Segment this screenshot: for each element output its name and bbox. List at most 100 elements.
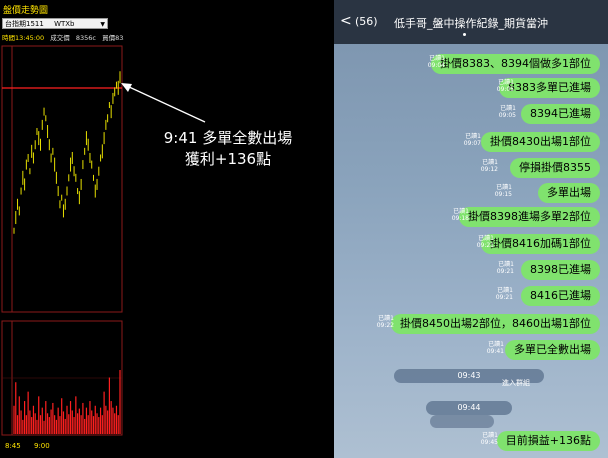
volume-chart (1, 320, 123, 436)
read-receipt: 已讀1 (478, 235, 494, 242)
chat-message[interactable]: 8398已進場 (521, 260, 600, 280)
chat-message[interactable]: 多單已全數出場 (505, 340, 600, 360)
message-text: 多單已全數出場 (514, 343, 591, 356)
message-time: 09:21 (496, 268, 514, 275)
volume-bar (101, 415, 103, 434)
message-meta: 已讀1 09:07 (451, 133, 481, 147)
chat-message[interactable]: 8383多單已進場 (499, 78, 600, 98)
read-receipt: 已讀1 (429, 55, 445, 62)
system-time: 09:44 (457, 403, 481, 412)
chat-message[interactable]: 停損掛價8355 (510, 158, 600, 178)
message-text: 掛價8430出場1部位 (490, 135, 591, 148)
message-text: 掛價8450出場2部位，8460出場1部位 (400, 317, 591, 330)
volume-bar (43, 420, 45, 434)
volume-bar (36, 419, 38, 434)
volume-bar (18, 396, 20, 434)
message-meta: 已讀1 09:21 (464, 235, 494, 249)
volume-bar (92, 416, 95, 434)
page-indicator-dot (463, 33, 466, 36)
quote-price: 8356c (75, 34, 96, 42)
read-receipt: 已讀1 (496, 184, 512, 191)
volume-bar (110, 401, 112, 434)
symbol-label: 台指期1511 (5, 20, 44, 28)
volume-bar (91, 410, 93, 434)
read-receipt: 已讀1 (453, 208, 469, 215)
time-tick: 9:00 (34, 442, 50, 450)
message-meta: 已讀1 09:45 (468, 432, 498, 446)
annotation-line-1: 9:41 多單全數出場 (163, 129, 293, 147)
quote-volume: 成交價 (50, 34, 70, 42)
message-text: 掛價8416加碼1部位 (490, 237, 591, 250)
volume-bar (52, 402, 54, 434)
message-meta: 已讀1 09:12 (468, 159, 498, 173)
read-receipt: 已讀1 (498, 79, 514, 86)
message-meta: 已讀1 09:21 (483, 287, 513, 301)
volume-bar (69, 401, 72, 434)
back-arrow-icon[interactable]: < (340, 13, 352, 29)
quote-time: 時間13:45:00 (2, 34, 45, 42)
message-text: 多單出場 (547, 186, 591, 199)
chevron-down-icon: ▼ (100, 21, 105, 28)
message-time: 09:18 (451, 215, 469, 222)
volume-bar (59, 416, 61, 434)
message-text: 目前損益+136點 (505, 434, 591, 447)
volume-bar (73, 417, 75, 434)
volume-bar (41, 407, 43, 434)
chat-message[interactable]: 8416已進場 (521, 286, 600, 306)
message-text: 掛價8383、8394個做多1部位 (440, 57, 591, 70)
message-time: 09:05 (498, 112, 516, 119)
system-notice-pill (430, 415, 494, 428)
chat-header: < (56) 低手哥_盤中操作紀錄_期貨當沖 (334, 0, 608, 44)
chat-message[interactable]: 掛價8383、8394個做多1部位 (431, 54, 600, 74)
system-time-pill: 09:44 (426, 401, 512, 415)
volume-series (13, 370, 121, 434)
volume-bar (16, 415, 19, 434)
volume-bar (89, 401, 91, 434)
volume-bar (119, 370, 121, 434)
volume-bar (78, 408, 80, 434)
read-receipt: 已讀1 (482, 159, 498, 166)
message-time: 09:15 (494, 191, 512, 198)
message-time: 09:12 (480, 166, 498, 173)
volume-bar (107, 410, 109, 434)
volume-bar (39, 415, 42, 434)
chat-message[interactable]: 掛價8430出場1部位 (481, 132, 600, 152)
volume-bar (71, 410, 73, 434)
chat-message[interactable]: 8394已進場 (521, 104, 600, 124)
message-time: 09:45 (480, 439, 498, 446)
message-text: 8394已進場 (530, 107, 591, 120)
message-meta: 已讀1 09:21 (484, 261, 514, 275)
chat-message-final[interactable]: 目前損益+136點 (496, 431, 600, 451)
message-text: 8416已進場 (530, 289, 591, 302)
chat-message[interactable]: 掛價8450出場2部位，8460出場1部位 (391, 314, 600, 334)
message-time: 09:04 (427, 62, 445, 69)
read-receipt: 已讀1 (500, 105, 516, 112)
chat-window: < (56) 低手哥_盤中操作紀錄_期貨當沖 掛價8383、8394個做多1部位… (334, 0, 608, 458)
volume-bar (68, 414, 70, 434)
volume-bar (80, 415, 82, 434)
volume-bar (29, 410, 31, 434)
volume-bar (82, 402, 84, 434)
volume-bar (57, 407, 59, 434)
chat-message[interactable]: 掛價8416加碼1部位 (481, 234, 600, 254)
volume-bar (62, 411, 65, 434)
price-trend-panel: 盤價走勢圖 台指期1511 WTXb ▼ 時間13:45:00 成交價 8356… (0, 0, 124, 458)
message-meta: 已讀1 09:18 (439, 208, 469, 222)
volume-bar (46, 413, 49, 434)
volume-bar (50, 409, 52, 434)
message-time: 09:41 (486, 348, 504, 355)
volume-bar (96, 413, 98, 434)
message-text: 掛價8398進場多單2部位 (468, 210, 591, 223)
volume-bar (25, 415, 27, 434)
read-receipt: 已讀1 (497, 287, 513, 294)
volume-bar (108, 377, 110, 434)
message-time: 09:21 (476, 242, 494, 249)
volume-bar (87, 415, 89, 434)
volume-bar (105, 405, 107, 434)
volume-bar (15, 382, 17, 434)
chat-message[interactable]: 多單出場 (538, 183, 600, 203)
message-time: 09:21 (495, 294, 513, 301)
chat-title: 低手哥_盤中操作紀錄_期貨當沖 (394, 17, 548, 30)
chat-message[interactable]: 掛價8398進場多單2部位 (459, 207, 600, 227)
symbol-dropdown[interactable]: 台指期1511 WTXb ▼ (2, 18, 108, 29)
